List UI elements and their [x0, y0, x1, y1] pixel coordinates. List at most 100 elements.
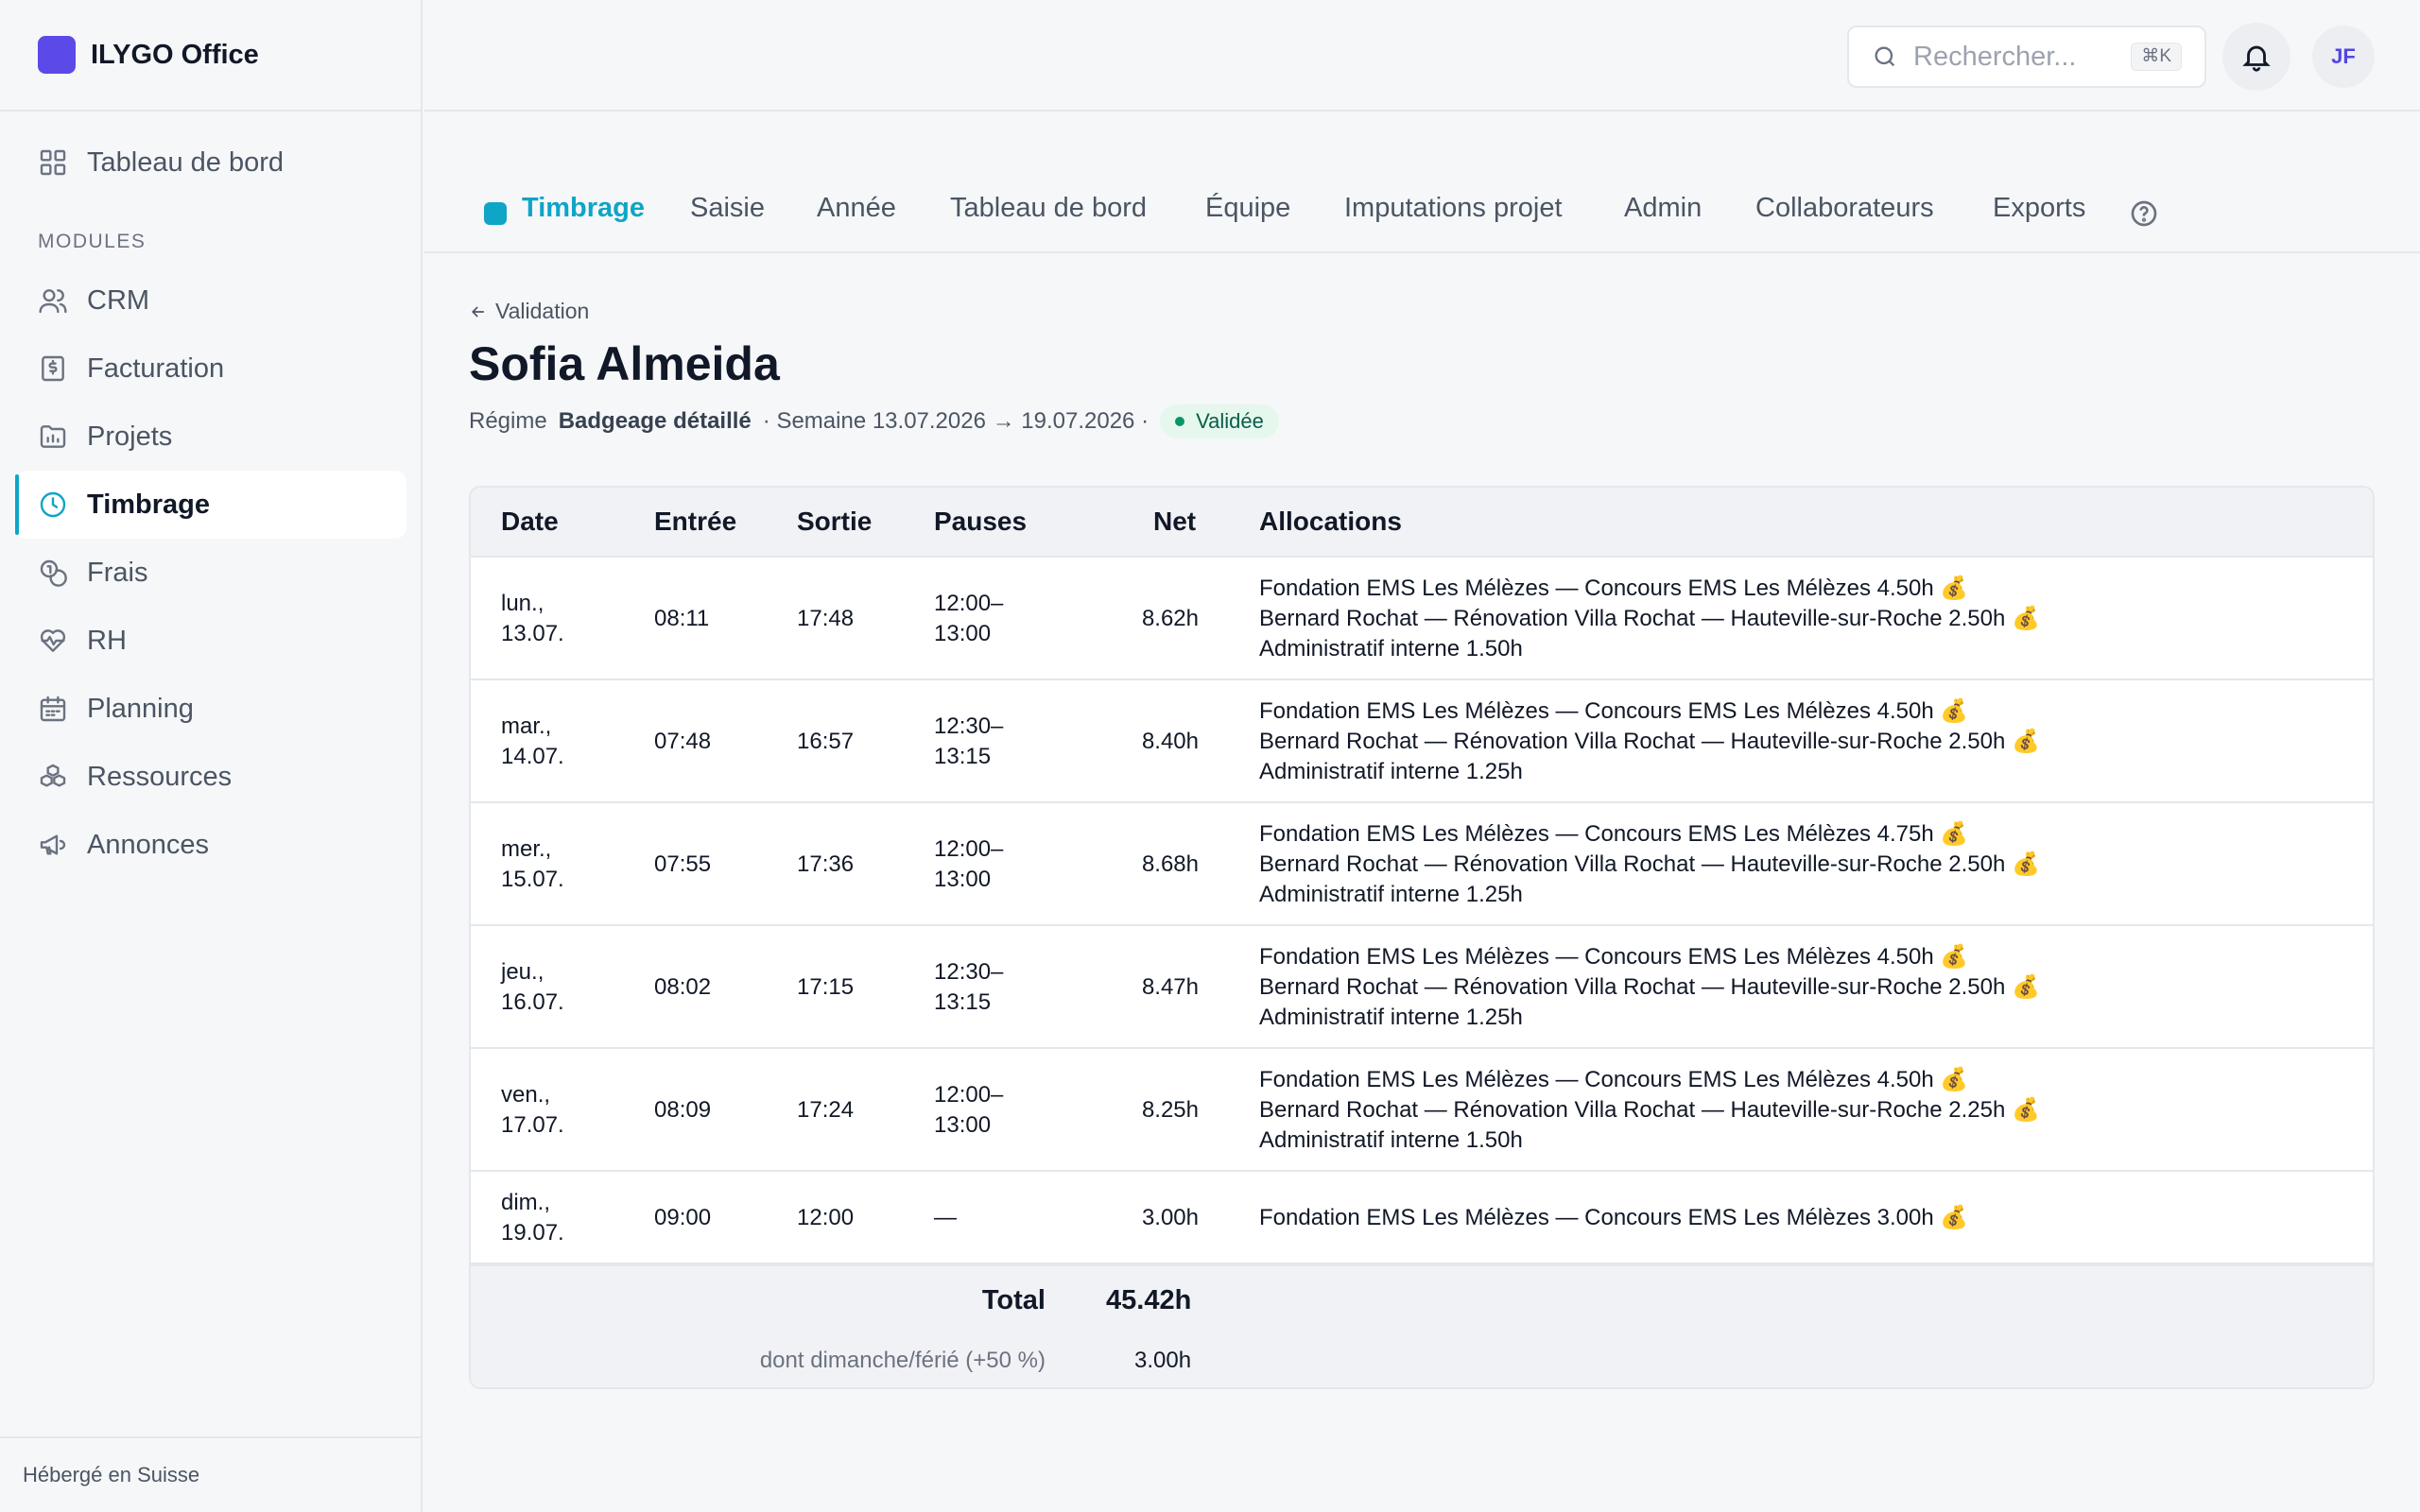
allocation-line: Bernard Rochat — Rénovation Villa Rochat… — [1259, 606, 2040, 631]
sidebar-item-label: Facturation — [87, 352, 225, 384]
avatar[interactable]: JF — [2312, 26, 2375, 88]
tab-exports[interactable]: Exports — [1993, 193, 2085, 224]
users-icon — [38, 285, 68, 316]
allocation-line: Bernard Rochat — Rénovation Villa Rochat… — [1259, 974, 2040, 1000]
sidebar-item-label: Ressources — [87, 761, 233, 792]
sidebar-item-label: CRM — [87, 284, 150, 316]
table-row: lun., 13.07. 08:11 17:48 12:00– 13:00 8.62h Fon… — [471, 558, 2373, 680]
total-value: 45.42h — [1106, 1285, 1192, 1315]
allocation-line: Administratif interne 1.25h — [1259, 759, 1523, 784]
calendar-icon — [38, 694, 68, 724]
topbar: Rechercher... ⌘K JF — [424, 0, 2420, 112]
sidebar-item-timbrage[interactable]: Timbrage — [15, 471, 406, 539]
table-footer: Total 45.42h dont dimanche/férié (+50 %)… — [471, 1264, 2373, 1387]
sidebar-item-label: Annonces — [87, 829, 209, 860]
coins-icon — [38, 558, 68, 588]
allocation-line: Administratif interne 1.50h — [1259, 1127, 1523, 1153]
search-placeholder: Rechercher... — [1913, 41, 2077, 72]
tab-annee[interactable]: Année — [817, 193, 896, 224]
total-label: Total — [981, 1285, 1046, 1315]
folder-icon — [38, 421, 68, 452]
net-hours: 8.68h — [1141, 851, 1199, 877]
sidebar-item-facturation[interactable]: Facturation — [15, 335, 406, 403]
sidebar-item-projets[interactable]: Projets — [15, 403, 406, 471]
allocation-line: Bernard Rochat — Rénovation Villa Rochat… — [1259, 851, 2040, 877]
net-hours: 8.40h — [1141, 729, 1199, 754]
invoice-icon — [38, 353, 68, 384]
page-title: Sofia Almeida — [469, 337, 780, 390]
timesheet-meta: Régime Badgeage détaillé · Semaine 13.07… — [469, 404, 1279, 438]
sidebar-item-label: Projets — [87, 421, 173, 452]
allocations-cell: Fondation EMS Les Mélèzes — Concours EMS… — [1259, 696, 2040, 787]
tab-admin[interactable]: Admin — [1624, 193, 1702, 224]
allocation-line: Fondation EMS Les Mélèzes — Concours EMS… — [1259, 1067, 1969, 1092]
allocations-cell: Fondation EMS Les Mélèzes — Concours EMS… — [1259, 819, 2040, 910]
bell-icon — [2242, 45, 2271, 72]
search-shortcut: ⌘K — [2131, 43, 2182, 71]
notifications-button[interactable] — [2222, 23, 2290, 91]
allocation-line: Administratif interne 1.50h — [1259, 636, 1523, 662]
status-dot — [1175, 417, 1185, 426]
regime-value: Badgeage détaillé — [558, 408, 752, 434]
allocation-line: Fondation EMS Les Mélèzes — Concours EMS… — [1259, 576, 1969, 601]
tab-tableau-de-bord[interactable]: Tableau de bord — [950, 193, 1147, 224]
sidebar-item-rh[interactable]: RH — [15, 607, 406, 675]
table-header: Date Entrée Sortie Pauses Net Allocation… — [471, 488, 2373, 558]
status-label: Validée — [1196, 409, 1264, 433]
allocation-line: Bernard Rochat — Rénovation Villa Rochat… — [1259, 1097, 2040, 1123]
table-row: ven., 17.07. 08:09 17:24 12:00– 13:00 8.25h Fon… — [471, 1049, 2373, 1172]
hosting-note: Hébergé en Suisse — [0, 1436, 421, 1512]
search-input[interactable]: Rechercher... ⌘K — [1847, 26, 2206, 88]
sidebar: ILYGO Office Tableau de bord MODULES CRM… — [0, 0, 423, 1512]
sidebar-item-label: Tableau de bord — [87, 146, 284, 178]
net-hours: 8.25h — [1141, 1097, 1199, 1123]
sidebar-item-ressources[interactable]: Ressources — [15, 743, 406, 811]
status-badge: Validée — [1160, 404, 1279, 438]
sidebar-item-planning[interactable]: Planning — [15, 675, 406, 743]
tab-collaborateurs[interactable]: Collaborateurs — [1755, 193, 1934, 224]
sidebar-item-annonces[interactable]: Annonces — [15, 811, 406, 879]
sidebar-item-label: Planning — [87, 693, 194, 724]
allocation-line: Fondation EMS Les Mélèzes — Concours EMS… — [1259, 821, 1969, 847]
regime-label: Régime — [469, 408, 547, 434]
modules-section-label: MODULES — [38, 231, 147, 252]
brand[interactable]: ILYGO Office — [0, 0, 421, 112]
column-header-sortie: Sortie — [797, 507, 873, 536]
sunday-holiday-value: 3.00h — [1134, 1348, 1192, 1373]
column-header-date: Date — [501, 507, 559, 536]
sidebar-item-crm[interactable]: CRM — [15, 266, 406, 335]
column-header-entree: Entrée — [654, 507, 737, 536]
column-header-net: Net — [1153, 507, 1197, 536]
back-link-label: Validation — [495, 299, 590, 323]
sidebar-item-label: Frais — [87, 557, 148, 588]
tab-timbrage[interactable]: Timbrage — [522, 193, 645, 224]
sidebar-item-frais[interactable]: Frais — [15, 539, 406, 607]
sidebar-item-dashboard[interactable]: Tableau de bord — [15, 129, 406, 197]
help-icon[interactable] — [2129, 198, 2159, 229]
brand-name: ILYGO Office — [91, 39, 259, 70]
tab-imputations-projet[interactable]: Imputations projet — [1344, 193, 1563, 224]
brand-logo — [38, 36, 76, 74]
back-link[interactable]: Validation — [469, 299, 589, 324]
table-row: jeu., 16.07. 08:02 17:15 12:30– 13:15 8.47h Fon… — [471, 926, 2373, 1049]
timbrage-tab-icon — [484, 202, 507, 225]
timesheet-table: Date Entrée Sortie Pauses Net Allocation… — [469, 486, 2375, 1389]
allocations-cell: Fondation EMS Les Mélèzes — Concours EMS… — [1259, 574, 2040, 664]
boxes-icon — [38, 762, 68, 792]
tab-saisie[interactable]: Saisie — [690, 193, 765, 224]
sidebar-item-label: Timbrage — [87, 489, 211, 520]
column-header-allocations: Allocations — [1259, 507, 1402, 536]
allocation-line: Fondation EMS Les Mélèzes — Concours EMS… — [1259, 1205, 1969, 1230]
net-hours: 8.62h — [1141, 606, 1199, 631]
tab-equipe[interactable]: Équipe — [1205, 193, 1290, 224]
allocations-cell: Fondation EMS Les Mélèzes — Concours EMS… — [1259, 1065, 2040, 1156]
allocation-line: Fondation EMS Les Mélèzes — Concours EMS… — [1259, 944, 1969, 970]
grid-icon — [38, 147, 68, 178]
allocations-cell: Fondation EMS Les Mélèzes — Concours EMS… — [1259, 1203, 1968, 1233]
megaphone-icon — [38, 830, 68, 860]
allocation-line: Bernard Rochat — Rénovation Villa Rochat… — [1259, 729, 2040, 754]
table-row: mer., 15.07. 07:55 17:36 12:00– 13:00 8.68h Fon… — [471, 803, 2373, 926]
net-hours: 3.00h — [1141, 1205, 1199, 1230]
week-range: · Semaine 13.07.2026 → 19.07.2026 · — [762, 408, 1150, 434]
clock-icon — [38, 490, 68, 520]
